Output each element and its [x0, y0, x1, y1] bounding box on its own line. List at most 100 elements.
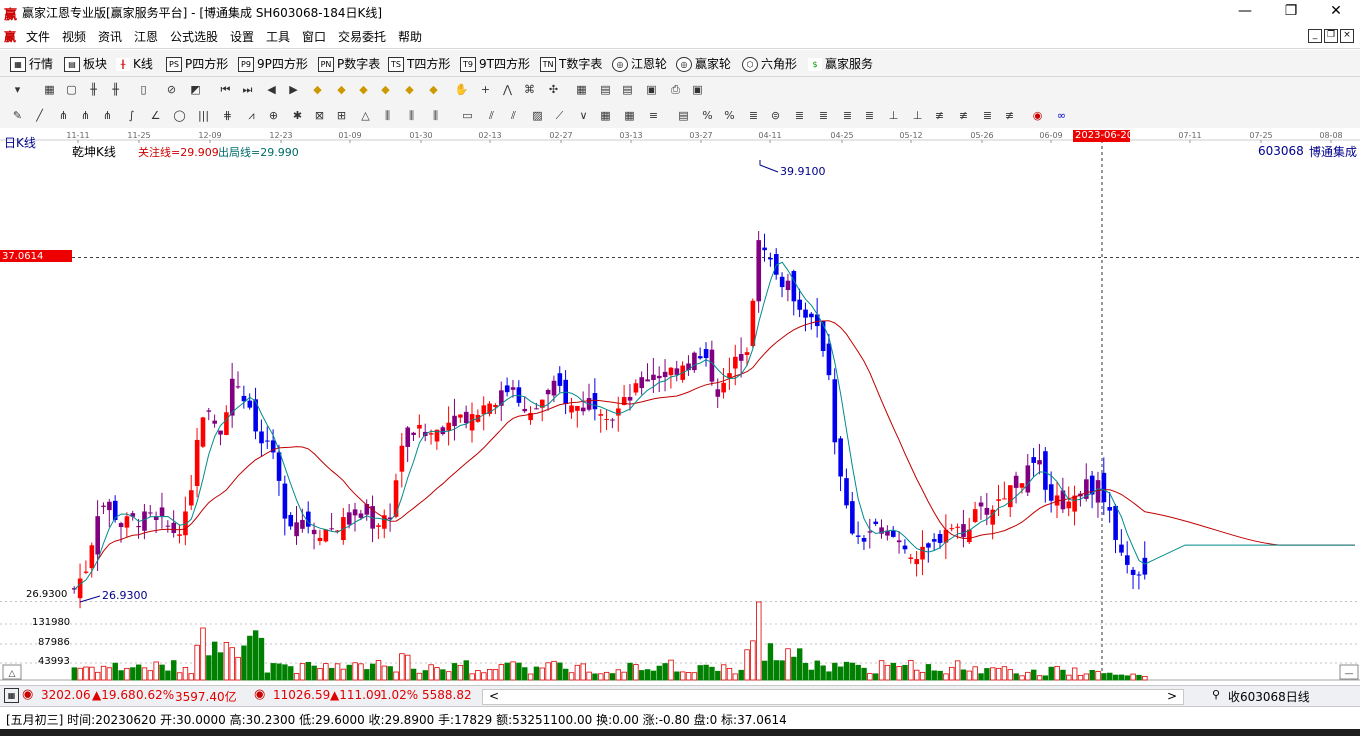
zigzag-icon[interactable]: ⋀ [500, 82, 515, 97]
mdi-restore-icon[interactable]: ❐ [1324, 29, 1338, 43]
minimize-button[interactable]: — [1222, 0, 1268, 24]
nav-9t-square[interactable]: T9 9T四方形 [460, 55, 530, 72]
network-icon[interactable]: ✣ [546, 82, 561, 97]
diamond-6-icon[interactable]: ◆ [426, 82, 441, 97]
grid-icon[interactable]: ▦ [4, 688, 19, 703]
fork-3-icon[interactable]: ⋔ [100, 108, 115, 123]
nav-p-table[interactable]: PN P数字表 [318, 55, 380, 72]
gann-grid-icon[interactable]: ⊠ [312, 108, 327, 123]
levels-icon[interactable]: ≣ [746, 108, 761, 123]
slope-icon[interactable]: ⟋ [552, 108, 567, 123]
no-chart-icon[interactable]: ⊘ [164, 82, 179, 97]
menu-settings[interactable]: 设置 [230, 28, 254, 45]
bars-4-icon[interactable]: ⫼ [428, 108, 443, 123]
v-icon[interactable]: ∨ [576, 108, 591, 123]
export-icon[interactable]: ▣ [690, 82, 705, 97]
chart-scrollbar[interactable]: < > [482, 689, 1184, 705]
close-button[interactable]: ✕ [1313, 0, 1359, 24]
period-select-icon[interactable]: ▾ [10, 82, 25, 97]
nav-p-square[interactable]: PS P四方形 [166, 55, 228, 72]
nav-quotes[interactable]: ▦ 行情 [10, 55, 53, 72]
hatch-icon[interactable]: ▨ [530, 108, 545, 123]
nav-hexagon[interactable]: ⬡ 六角形 [742, 55, 797, 72]
globe-icon[interactable]: ◉ [1030, 108, 1045, 123]
levels-9-icon[interactable]: ≢ [932, 108, 947, 123]
menu-tools[interactable]: 工具 [266, 28, 290, 45]
nav-t-table[interactable]: TN T数字表 [540, 55, 602, 72]
levels-4-icon[interactable]: ≣ [816, 108, 831, 123]
levels-2-icon[interactable]: ⊜ [768, 108, 783, 123]
nav-service[interactable]: $ 赢家服务 [808, 55, 873, 71]
nav-blocks[interactable]: ▤ 板块 [64, 55, 107, 72]
levels-8-icon[interactable]: ⊥ [910, 108, 925, 123]
channel-icon[interactable]: ⫽ [484, 108, 499, 123]
diamond-5-icon[interactable]: ◆ [402, 82, 417, 97]
single-candle-icon[interactable]: ▯ [136, 82, 151, 97]
pattern-icon[interactable]: ⌘ [522, 82, 537, 97]
pen-icon[interactable]: ✎ [10, 108, 25, 123]
gann-fan-icon[interactable]: ⊕ [266, 108, 281, 123]
percent-icon[interactable]: % [722, 108, 737, 123]
first-icon[interactable]: ⏮ [218, 82, 233, 97]
nav-t-square[interactable]: TS T四方形 [388, 55, 450, 72]
back-icon[interactable]: ◀ [264, 82, 279, 97]
nav-winner-wheel[interactable]: ◎ 赢家轮 [676, 55, 731, 72]
menu-file[interactable]: 文件 [26, 28, 50, 45]
diamond-4-icon[interactable]: ◆ [378, 82, 393, 97]
menu-gann[interactable]: 江恩 [134, 28, 158, 45]
levels-10-icon[interactable]: ≢ [956, 108, 971, 123]
document-icon[interactable]: ▢ [64, 82, 79, 97]
nav-gann-wheel[interactable]: ◎ 江恩轮 [612, 55, 667, 72]
fork-2-icon[interactable]: ⋔ [78, 108, 93, 123]
candle-type-icon[interactable]: ╫ [108, 82, 123, 97]
menu-help[interactable]: 帮助 [398, 28, 422, 45]
table-icon[interactable]: ▤ [598, 82, 613, 97]
kline-chart[interactable]: 11-11 11-25 12-09 12-23 01-09 01-30 02-13 02-27… [0, 128, 1360, 684]
triangle-icon[interactable]: △ [358, 108, 373, 123]
levels-12-icon[interactable]: ≢ [1002, 108, 1017, 123]
menu-formula[interactable]: 公式选股 [170, 28, 218, 45]
square-icon[interactable]: ⊞ [334, 108, 349, 123]
angle-icon[interactable]: ∠ [148, 108, 163, 123]
save-icon[interactable]: ▣ [644, 82, 659, 97]
infinity-icon[interactable]: ∞ [1054, 108, 1069, 123]
line-icon[interactable]: ╱ [32, 108, 47, 123]
hand-icon[interactable]: ✋ [454, 82, 469, 97]
scroll-left-button[interactable]: < [489, 689, 499, 703]
cycle-icon[interactable]: ||| [196, 108, 211, 123]
fork-icon[interactable]: ⋔ [56, 108, 71, 123]
table-2-icon[interactable]: ▤ [676, 108, 691, 123]
mdi-minimize-icon[interactable]: _ [1308, 29, 1322, 43]
levels-3-icon[interactable]: ≣ [792, 108, 807, 123]
bars-icon[interactable]: ╫ [86, 82, 101, 97]
crosshair-icon[interactable]: + [478, 82, 493, 97]
rect-icon[interactable]: ▭ [460, 108, 475, 123]
diamond-1-icon[interactable]: ◆ [310, 82, 325, 97]
gann-box-icon[interactable]: ✱ [290, 108, 305, 123]
channel-2-icon[interactable]: ⫽ [506, 108, 521, 123]
indicator-icon[interactable]: ▦ [42, 82, 57, 97]
grid-2-icon[interactable]: ▦ [598, 108, 613, 123]
levels-11-icon[interactable]: ≣ [980, 108, 995, 123]
percent-fan-icon[interactable]: % [700, 108, 715, 123]
levels-7-icon[interactable]: ⊥ [886, 108, 901, 123]
bars-2-icon[interactable]: ⫼ [380, 108, 395, 123]
kline-chart-canvas[interactable]: 11-11 11-25 12-09 12-23 01-09 01-30 02-13 02-27… [0, 128, 1360, 684]
list-icon[interactable]: ▤ [620, 82, 635, 97]
calendar-icon[interactable]: ▦ [574, 82, 589, 97]
levels-6-icon[interactable]: ≣ [862, 108, 877, 123]
last-icon[interactable]: ⏭ [240, 82, 255, 97]
menu-trade[interactable]: 交易委托 [338, 28, 386, 45]
diamond-2-icon[interactable]: ◆ [334, 82, 349, 97]
diamond-3-icon[interactable]: ◆ [356, 82, 371, 97]
scroll-right-button[interactable]: > [1167, 689, 1177, 703]
menu-window[interactable]: 窗口 [302, 28, 326, 45]
forward-icon[interactable]: ▶ [286, 82, 301, 97]
arrow-icon[interactable]: ⩘ [244, 108, 259, 123]
bars-3-icon[interactable]: ⫼ [404, 108, 419, 123]
grid-3-icon[interactable]: ▦ [622, 108, 637, 123]
lines-icon[interactable]: ≡ [646, 108, 661, 123]
print-icon[interactable]: ⎙ [668, 82, 683, 97]
fibo-icon[interactable]: ⋕ [220, 108, 235, 123]
draw-icon[interactable]: ◩ [188, 82, 203, 97]
